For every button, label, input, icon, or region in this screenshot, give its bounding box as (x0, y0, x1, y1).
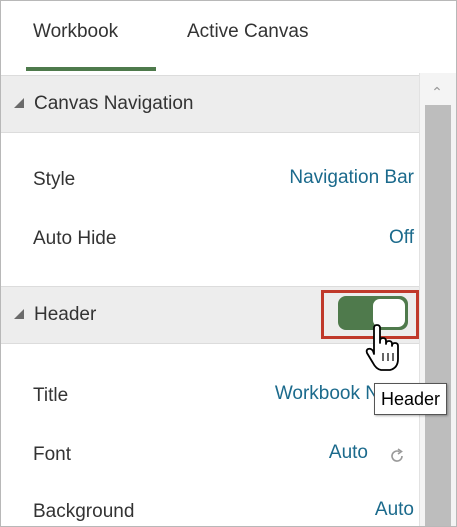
section-canvas-navigation[interactable]: Canvas Navigation (1, 75, 419, 133)
font-label: Font (33, 444, 72, 465)
style-label: Style (33, 169, 76, 190)
auto-hide-label: Auto Hide (33, 228, 117, 249)
properties-panel: Workbook Active Canvas Canvas Navigation… (0, 0, 457, 527)
scrollbar-thumb[interactable] (425, 105, 451, 526)
style-value[interactable]: Navigation Bar (289, 167, 414, 189)
chevron-up-icon[interactable]: ⌃ (422, 83, 452, 101)
title-value[interactable]: Workbook N (275, 383, 379, 405)
tab-active-canvas[interactable]: Active Canvas (187, 21, 308, 43)
auto-hide-value[interactable]: Off (389, 227, 414, 249)
background-value[interactable]: Auto (375, 499, 414, 521)
header-tooltip: Header (374, 383, 448, 415)
title-label: Title (33, 385, 69, 406)
active-tab-indicator (26, 67, 156, 71)
hand-pointer-icon (365, 324, 399, 371)
collapse-triangle-icon[interactable] (14, 309, 24, 319)
section-title: Header (34, 304, 97, 325)
background-label: Background (33, 501, 135, 522)
collapse-triangle-icon[interactable] (14, 98, 24, 108)
tab-workbook[interactable]: Workbook (33, 21, 118, 43)
section-title: Canvas Navigation (34, 93, 194, 114)
refresh-icon[interactable] (387, 446, 407, 466)
font-value[interactable]: Auto (329, 442, 368, 464)
tab-bar: Workbook Active Canvas (1, 1, 456, 73)
